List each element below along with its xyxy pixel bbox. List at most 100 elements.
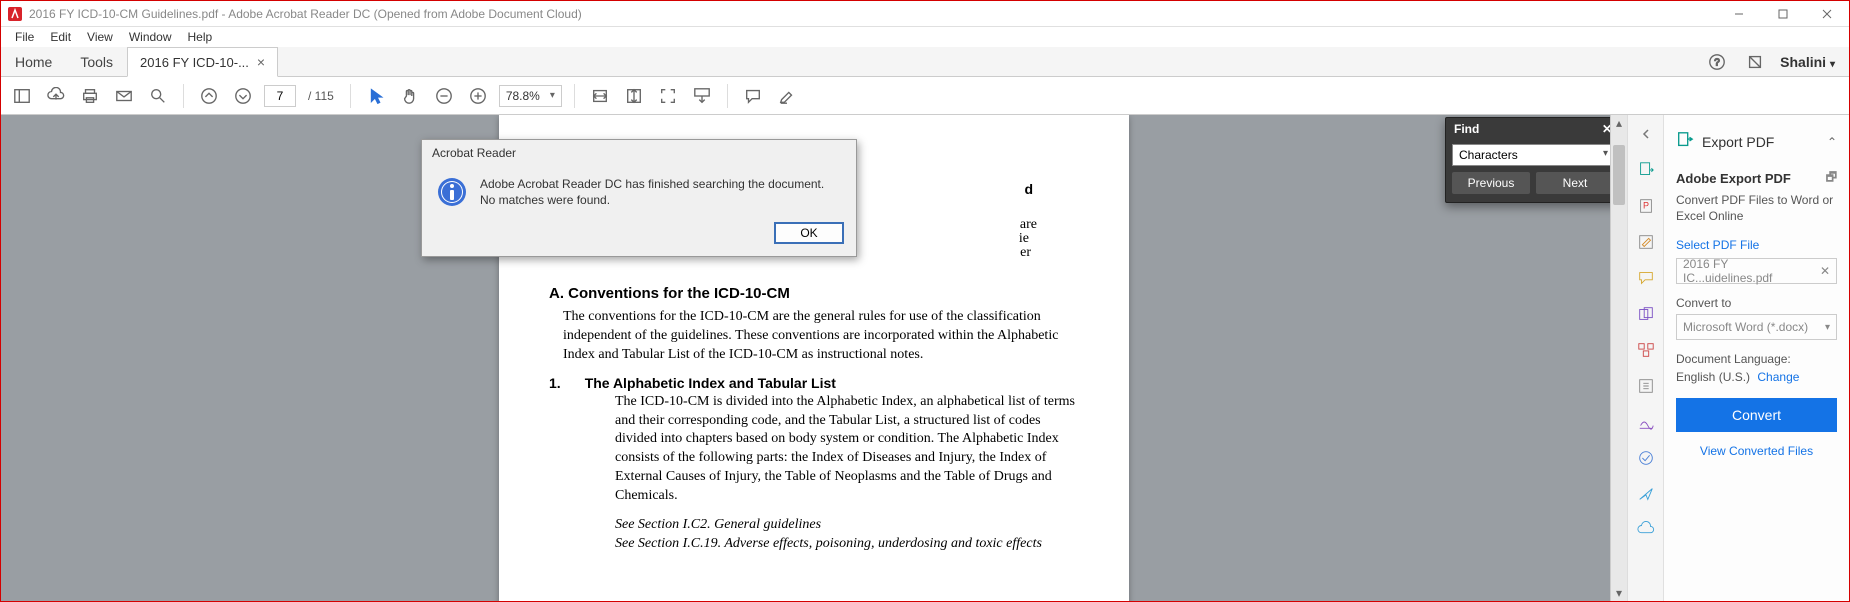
scroll-down-icon[interactable]: ▾ [1611, 585, 1627, 601]
selected-file-field[interactable]: 2016 FY IC...uidelines.pdf ✕ [1676, 258, 1837, 284]
maximize-button[interactable] [1761, 1, 1805, 27]
signin-user[interactable]: Shalini ▾ [1780, 54, 1835, 70]
toolbar: / 115 78.8% ▾ [1, 77, 1849, 115]
nav-tools[interactable]: Tools [66, 47, 127, 76]
doc-lang-label: Document Language: [1676, 352, 1837, 366]
toolbar-separator [727, 84, 728, 108]
select-pdf-link[interactable]: Select PDF File [1676, 238, 1837, 252]
tool-rail: P [1627, 115, 1663, 601]
export-sub-title: Adobe Export PDF [1676, 171, 1791, 186]
fullscreen-icon[interactable] [655, 83, 681, 109]
doc-item1-body: The ICD-10-CM is divided into the Alphab… [615, 393, 1079, 506]
print-icon[interactable] [77, 83, 103, 109]
help-icon[interactable]: ? [1704, 49, 1730, 75]
title-bar: 2016 FY ICD-10-CM Guidelines.pdf - Adobe… [1, 1, 1849, 27]
svg-text:?: ? [1714, 57, 1720, 68]
search-icon[interactable] [145, 83, 171, 109]
window-title: 2016 FY ICD-10-CM Guidelines.pdf - Adobe… [29, 7, 582, 21]
tab-close-icon[interactable]: × [257, 54, 265, 70]
rail-collapse-icon[interactable] [1635, 123, 1657, 145]
rail-export-icon[interactable] [1635, 159, 1657, 181]
chevron-down-icon: ▾ [1825, 322, 1830, 333]
tab-row: Home Tools 2016 FY ICD-10-... × ? Shalin… [1, 47, 1849, 77]
scroll-up-icon[interactable]: ▴ [1611, 115, 1627, 131]
app-icon [7, 6, 23, 22]
toolbar-separator [183, 84, 184, 108]
view-converted-link[interactable]: View Converted Files [1676, 444, 1837, 458]
sidebar-toggle-icon[interactable] [9, 83, 35, 109]
format-select[interactable]: Microsoft Word (*.docx) ▾ [1676, 314, 1837, 340]
page-up-icon[interactable] [196, 83, 222, 109]
main-area: d are ie er A. Conventions for the ICD-1… [1, 115, 1849, 601]
page-total: / 115 [304, 89, 338, 103]
highlight-icon[interactable] [774, 83, 800, 109]
nav-home[interactable]: Home [1, 47, 66, 76]
rail-fill-sign-icon[interactable] [1635, 411, 1657, 433]
zoom-level-select[interactable]: 78.8% ▾ [499, 85, 562, 107]
find-title: Find [1454, 122, 1479, 136]
rail-share-icon[interactable] [1635, 483, 1657, 505]
cloud-save-icon[interactable] [43, 83, 69, 109]
chevron-down-icon: ▾ [550, 90, 555, 101]
find-dropdown-icon[interactable]: ▾ [1603, 148, 1608, 159]
page-down-icon[interactable] [230, 83, 256, 109]
menu-window[interactable]: Window [121, 28, 180, 46]
comment-icon[interactable] [740, 83, 766, 109]
export-panel-title: Export PDF [1702, 134, 1774, 150]
find-previous-button[interactable]: Previous [1452, 172, 1530, 194]
menu-view[interactable]: View [79, 28, 121, 46]
rail-compress-icon[interactable] [1635, 375, 1657, 397]
rail-send-icon[interactable] [1635, 447, 1657, 469]
read-mode-icon[interactable] [689, 83, 715, 109]
selected-file-name: 2016 FY IC...uidelines.pdf [1683, 257, 1820, 285]
dialog-message: Adobe Acrobat Reader DC has finished sea… [480, 176, 842, 208]
dialog-ok-button[interactable]: OK [774, 222, 844, 244]
fit-page-icon[interactable] [621, 83, 647, 109]
zoom-value: 78.8% [506, 89, 540, 103]
find-next-button[interactable]: Next [1536, 172, 1614, 194]
clear-file-icon[interactable]: ✕ [1820, 264, 1830, 278]
document-tab[interactable]: 2016 FY ICD-10-... × [127, 47, 278, 77]
change-lang-link[interactable]: Change [1757, 370, 1799, 384]
email-icon[interactable] [111, 83, 137, 109]
zoom-out-icon[interactable] [431, 83, 457, 109]
rail-combine-icon[interactable] [1635, 303, 1657, 325]
zoom-in-icon[interactable] [465, 83, 491, 109]
hand-tool-icon[interactable] [397, 83, 423, 109]
doc-heading-a: A. Conventions for the ICD-10-CM [549, 285, 1079, 302]
close-window-button[interactable] [1805, 1, 1849, 27]
format-value: Microsoft Word (*.docx) [1683, 320, 1808, 334]
export-description: Convert PDF Files to Word or Excel Onlin… [1676, 193, 1837, 224]
doc-item1-num: 1. [549, 375, 561, 391]
scrollbar-thumb[interactable] [1613, 145, 1625, 205]
find-popup: Find ✕ ▾ Previous Next [1445, 117, 1621, 203]
export-pdf-panel: Export PDF ⌃ Adobe Export PDF 🗗 Convert … [1663, 115, 1849, 601]
page-number-input[interactable] [264, 85, 296, 107]
export-panel-header[interactable]: Export PDF ⌃ [1676, 123, 1837, 168]
menu-file[interactable]: File [7, 28, 42, 46]
convert-button[interactable]: Convert [1676, 398, 1837, 432]
minimize-button[interactable] [1717, 1, 1761, 27]
doc-see1: See Section I.C2. General guidelines [615, 516, 1079, 535]
info-icon [436, 176, 468, 208]
doc-item1-title: The Alphabetic Index and Tabular List [585, 375, 836, 391]
rail-comment-icon[interactable] [1635, 267, 1657, 289]
rail-organize-icon[interactable] [1635, 339, 1657, 361]
menu-help[interactable]: Help [180, 28, 221, 46]
rail-create-icon[interactable]: P [1635, 195, 1657, 217]
doc-frag: d [1024, 181, 1033, 197]
scrollbar[interactable]: ▴ ▾ [1610, 115, 1627, 601]
document-tab-label: 2016 FY ICD-10-... [140, 55, 249, 70]
rail-save-cloud-icon[interactable] [1635, 519, 1657, 541]
rail-edit-icon[interactable] [1635, 231, 1657, 253]
select-tool-icon[interactable] [363, 83, 389, 109]
doc-see2: See Section I.C.19. Adverse effects, poi… [615, 535, 1079, 554]
dialog-title: Acrobat Reader [422, 140, 856, 166]
find-input[interactable] [1452, 144, 1614, 166]
fit-width-icon[interactable] [587, 83, 613, 109]
external-link-icon[interactable]: 🗗 [1826, 168, 1837, 189]
notification-icon[interactable] [1742, 49, 1768, 75]
search-complete-dialog: Acrobat Reader Adobe Acrobat Reader DC h… [421, 139, 857, 257]
menu-edit[interactable]: Edit [42, 28, 79, 46]
chevron-up-icon[interactable]: ⌃ [1827, 135, 1837, 149]
